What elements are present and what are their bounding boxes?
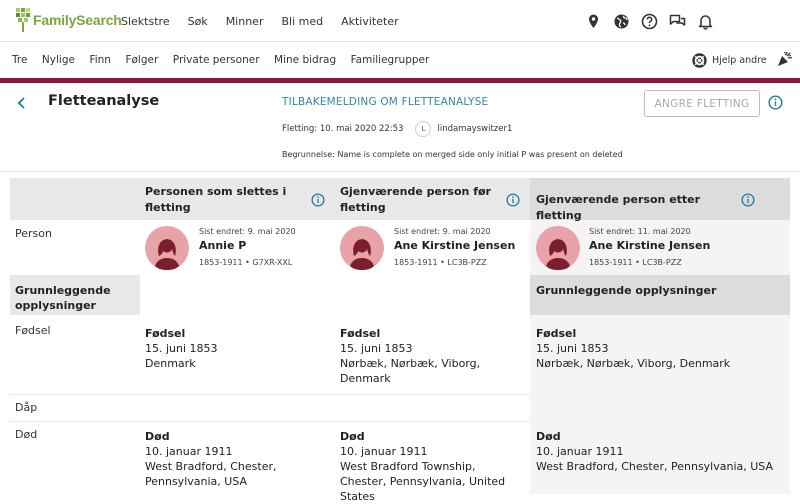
help-others-button[interactable]: Hjelp andre: [692, 51, 767, 69]
event-date: 10. januar 1911: [536, 445, 624, 458]
event-title: Død: [145, 430, 170, 443]
nav-family-tree[interactable]: Slektstre: [121, 15, 170, 28]
bell-icon[interactable]: [697, 13, 714, 30]
birth-event-after: Fødsel 15. juni 1853 Nørbæk, Nørbæk, Vib…: [536, 326, 776, 371]
subnav-recent[interactable]: Nylige: [42, 54, 75, 66]
event-title: Fødsel: [145, 327, 186, 340]
party-popper-icon[interactable]: [776, 51, 793, 72]
female-avatar-icon: [536, 226, 580, 270]
person-lifespan-id: 1853-1911 • LC3B-PZZ: [589, 258, 682, 267]
help-circle-icon[interactable]: [641, 13, 658, 30]
subnav-find[interactable]: Finn: [89, 54, 111, 66]
death-event-before: Død 10. januar 1911 West Bradford Townsh…: [340, 429, 525, 504]
user-avatar: L: [415, 121, 432, 137]
last-changed: Sist endret: 9. mai 2020: [394, 227, 491, 236]
merge-date: Fletting: 10. mai 2020 22:53: [282, 124, 404, 134]
event-title: Fødsel: [536, 327, 577, 340]
info-icon[interactable]: [311, 192, 325, 211]
event-title: Død: [340, 430, 365, 443]
logo-text: FamilySearch: [33, 12, 122, 28]
subnav-private-people[interactable]: Private personer: [173, 54, 260, 66]
chat-icon[interactable]: [669, 13, 686, 30]
globe-icon[interactable]: [613, 13, 630, 30]
birth-event-before: Fødsel 15. juni 1853 Nørbæk, Nørbæk, Vib…: [340, 326, 505, 386]
info-icon[interactable]: [506, 192, 520, 211]
header-icons: [574, 13, 714, 30]
info-icon[interactable]: [741, 192, 755, 211]
event-date: 15. juni 1853: [536, 342, 609, 355]
female-avatar-icon: [145, 226, 189, 270]
death-event-deleted: Død 10. januar 1911 West Bradford, Chest…: [145, 429, 295, 489]
undo-merge-button[interactable]: ANGRE FLETTING: [644, 90, 760, 117]
row-label-person: Person: [15, 227, 52, 240]
person-name-link[interactable]: Ane Kirstine Jensen: [589, 239, 710, 252]
row-label-christening: Dåp: [15, 401, 38, 414]
main-nav: Slektstre Søk Minner Bli med Aktiviteter: [121, 0, 417, 42]
tree-subnav-bar: Tre Nylige Finn Følger Private personer …: [0, 42, 800, 78]
column-header-deleted: Personen som slettes i fletting: [145, 185, 287, 214]
last-changed: Sist endret: 11. mai 2020: [589, 227, 691, 236]
person-lifespan-id: 1853-1911 • G7XR-XXL: [199, 258, 293, 267]
section-basic-info: Grunnleggende opplysninger: [15, 284, 111, 312]
event-place: West Bradford, Chester, Pennsylvania, US…: [145, 460, 277, 488]
person-name-link[interactable]: Annie P: [199, 239, 246, 252]
merge-user-name[interactable]: lindamayswitzer1: [437, 124, 512, 134]
event-place: Nørbæk, Nørbæk, Viborg, Denmark: [536, 357, 731, 370]
event-date: 15. juni 1853: [145, 342, 218, 355]
event-place: West Bradford, Chester, Pennsylvania, US…: [536, 460, 774, 473]
merge-meta: Fletting: 10. mai 2020 22:53 L lindamays…: [282, 121, 512, 137]
back-chevron-icon[interactable]: [16, 95, 28, 115]
family-tree-logo-icon: [16, 8, 30, 32]
page-title: Fletteanalyse: [48, 93, 160, 109]
event-date: 15. juni 1853: [340, 342, 413, 355]
column-header-after: Gjenværende person etter fletting: [536, 193, 701, 222]
last-changed: Sist endret: 9. mai 2020: [199, 227, 296, 236]
subnav-following[interactable]: Følger: [125, 54, 158, 66]
info-icon[interactable]: [768, 95, 783, 114]
person-name-link[interactable]: Ane Kirstine Jensen: [394, 239, 515, 252]
event-date: 10. januar 1911: [145, 445, 233, 458]
accent-divider: [0, 78, 800, 83]
column-header-before: Gjenværende person før fletting: [340, 185, 491, 214]
lifebuoy-icon: [692, 52, 707, 68]
heading-divider: [0, 171, 800, 172]
event-place: Denmark: [145, 357, 196, 370]
subnav-tree[interactable]: Tre: [12, 54, 27, 66]
location-pin-icon[interactable]: [585, 13, 602, 30]
tree-subnav: Tre Nylige Finn Følger Private personer …: [12, 42, 444, 78]
merge-reason: Begrunnelse: Name is complete on merged …: [282, 150, 623, 159]
event-title: Død: [536, 430, 561, 443]
female-avatar-icon: [340, 226, 384, 270]
row-label-death: Død: [15, 428, 38, 441]
nav-search[interactable]: Søk: [188, 15, 208, 28]
merge-analysis-feedback-link[interactable]: TILBAKEMELDING OM FLETTEANALYSE: [282, 96, 488, 108]
row-label-birth: Fødsel: [15, 324, 51, 337]
person-lifespan-id: 1853-1911 • LC3B-PZZ: [394, 258, 487, 267]
familysearch-logo[interactable]: FamilySearch: [14, 5, 122, 35]
birth-event-deleted: Fødsel 15. juni 1853 Denmark: [145, 326, 325, 371]
top-header: FamilySearch Slektstre Søk Minner Bli me…: [0, 0, 800, 42]
event-title: Fødsel: [340, 327, 381, 340]
section-basic-info-after: Grunnleggende opplysninger: [536, 284, 717, 297]
event-place: West Bradford Township, Chester, Pennsyl…: [340, 460, 506, 503]
event-date: 10. januar 1911: [340, 445, 428, 458]
help-others-label: Hjelp andre: [712, 54, 767, 66]
row-divider: [10, 394, 530, 395]
nav-get-involved[interactable]: Bli med: [281, 15, 323, 28]
death-event-after: Død 10. januar 1911 West Bradford, Chest…: [536, 429, 786, 474]
nav-activities[interactable]: Aktiviteter: [341, 15, 399, 28]
event-place: Nørbæk, Nørbæk, Viborg, Denmark: [340, 357, 481, 385]
subnav-family-groups[interactable]: Familiegrupper: [351, 54, 430, 66]
row-divider: [10, 421, 530, 422]
nav-memories[interactable]: Minner: [226, 15, 264, 28]
subnav-my-contributions[interactable]: Mine bidrag: [274, 54, 336, 66]
